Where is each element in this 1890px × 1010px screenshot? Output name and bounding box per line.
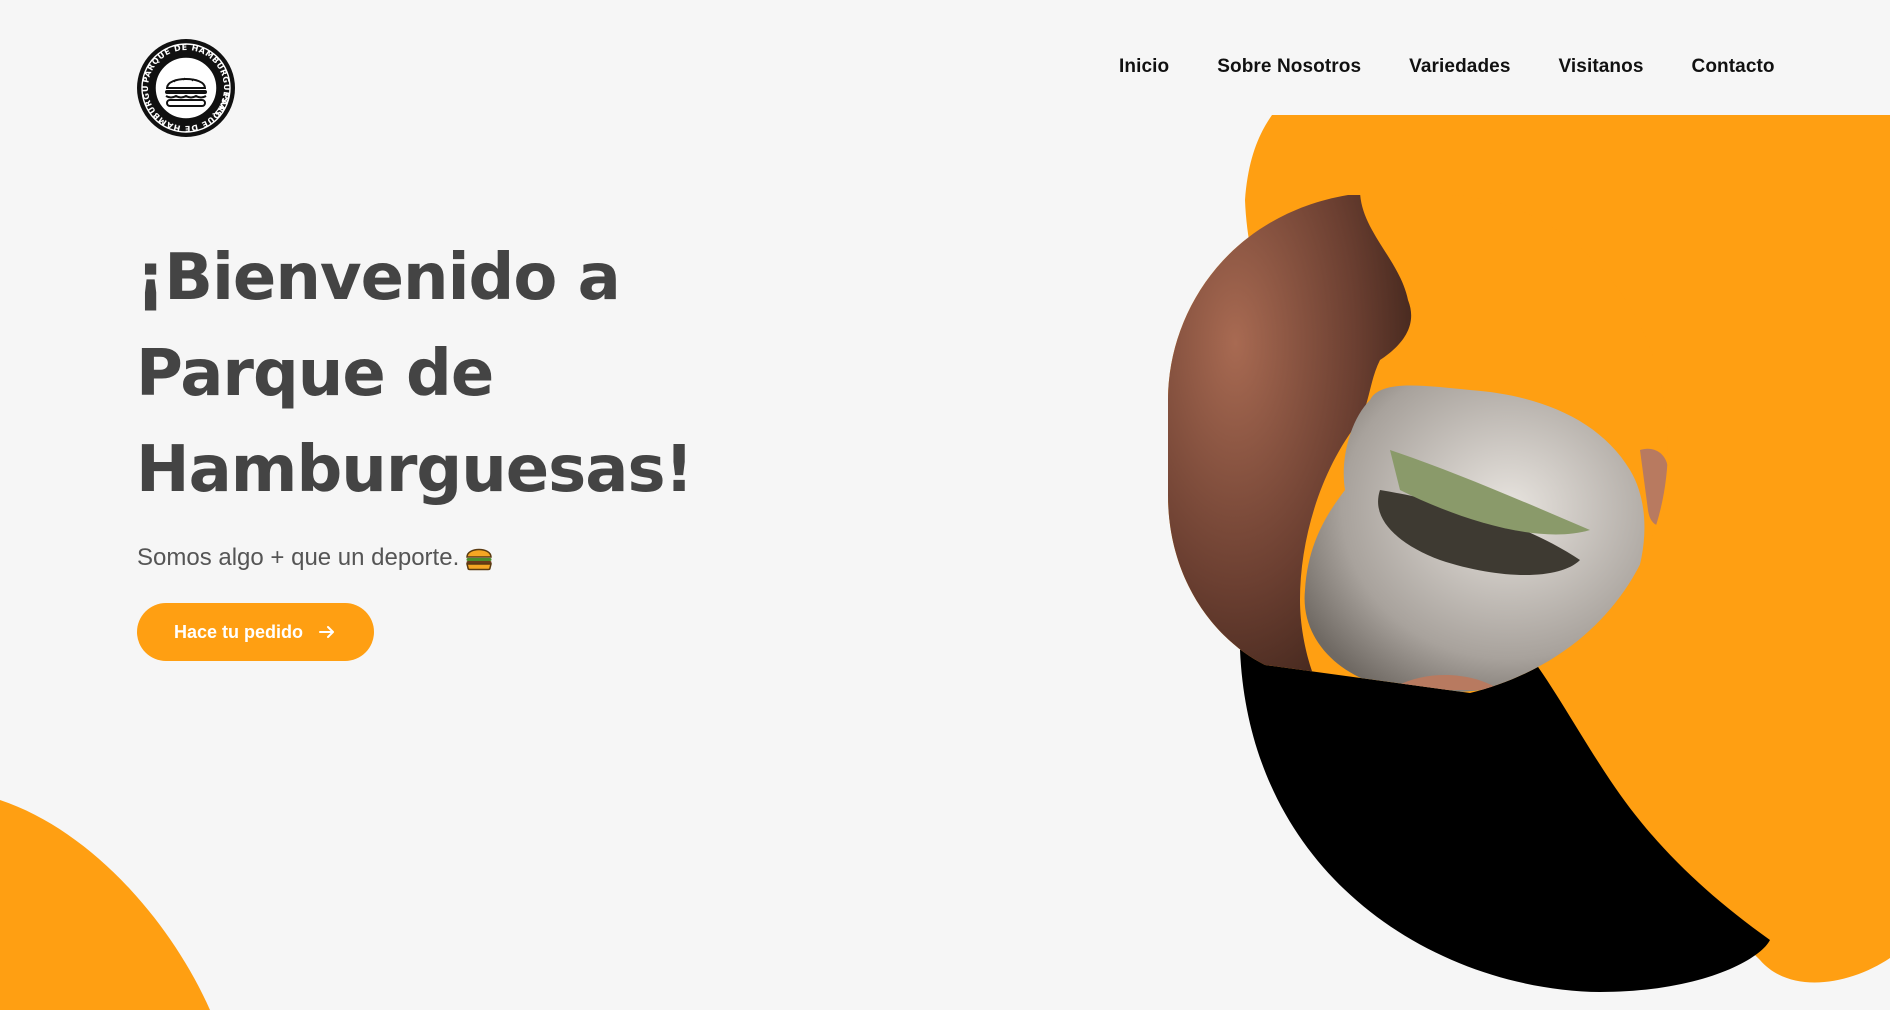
hero-title-line-1: ¡Bienvenido a [136,241,621,315]
orange-blob-right [1245,115,1890,983]
arrow-right-icon [319,626,334,638]
brand-logo[interactable]: PARQUE DE HAMBURGUESAS PARQUE DE HAMBURG… [133,31,236,138]
burger-shape [1304,385,1645,693]
nav-link-inicio[interactable]: Inicio [1119,56,1169,78]
fingers-shape [1390,675,1500,690]
hero-title-line-3: Hamburguesas! [136,433,694,507]
hero-subtitle: Somos algo + que un deporte. [137,544,493,572]
burger-photo [1168,195,1668,693]
burger-patty [1378,490,1580,575]
hero-title: ¡Bienvenido a Parque de Hamburguesas! [136,230,694,518]
nav-link-sobre-nosotros[interactable]: Sobre Nosotros [1217,56,1361,78]
burger-sauce [1390,450,1590,535]
black-circle-shape [1240,578,1770,992]
order-now-label: Hace tu pedido [173,621,303,642]
orange-blob-left [0,800,210,1010]
hero-title-line-2: Parque de [136,337,494,411]
face-shape [1168,195,1412,693]
order-now-button[interactable]: Hace tu pedido [137,603,374,661]
nav-link-variedades[interactable]: Variedades [1409,56,1510,78]
nav-link-contacto[interactable]: Contacto [1692,56,1775,78]
hero-subtitle-text: Somos algo + que un deporte. [137,544,460,571]
main-nav: Inicio Sobre Nosotros Variedades Visitan… [1119,56,1775,78]
nav-link-visitanos[interactable]: Visitanos [1558,56,1643,78]
burger-badge-icon: PARQUE DE HAMBURGUESAS PARQUE DE HAMBURG… [133,31,235,137]
burger-emoji-icon [466,548,493,571]
thumb-shape [1640,448,1668,526]
